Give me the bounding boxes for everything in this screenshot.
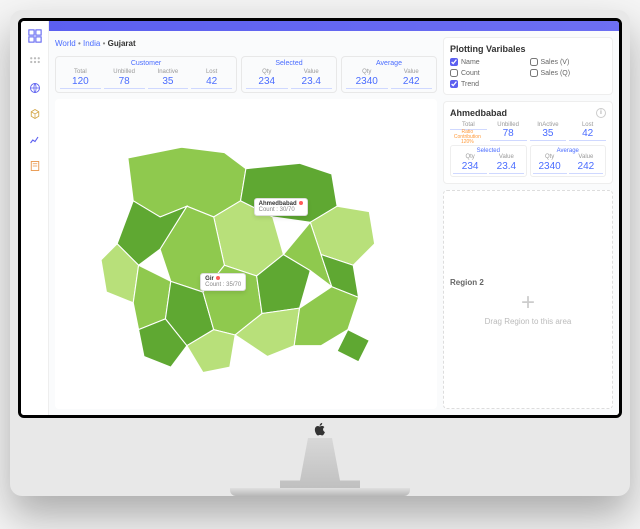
metric-cell: Value242 xyxy=(391,69,433,89)
map-area[interactable]: Ahmedbabad Count : 30/70 Gir Count : 35/… xyxy=(55,99,437,409)
metric-group-customer: Customer Total120 Unbilled78 Inactive35 … xyxy=(55,56,237,93)
main-area: World • India • Gujarat Customer Total12… xyxy=(49,21,619,415)
apple-logo-icon xyxy=(313,422,327,436)
region1-panel: Ahmedbabad i Total Ratio Contribution120… xyxy=(443,101,613,184)
checkbox-count[interactable]: Count xyxy=(450,69,527,77)
region-average: Average Qty2340 Value242 xyxy=(530,145,607,177)
region-metric: InActive35 xyxy=(530,122,567,141)
checkbox-sales-v[interactable]: Sales (V) xyxy=(530,58,607,66)
grid-icon[interactable] xyxy=(28,55,42,69)
imac-monitor: World • India • Gujarat Customer Total12… xyxy=(10,10,630,496)
dashboard-icon[interactable] xyxy=(28,29,42,43)
monitor-stand xyxy=(280,438,360,488)
checkbox-trend[interactable]: Trend xyxy=(450,80,527,88)
globe-icon[interactable] xyxy=(28,81,42,95)
checkbox-name[interactable]: Name xyxy=(450,58,527,66)
screen: World • India • Gujarat Customer Total12… xyxy=(18,18,622,418)
info-icon[interactable]: i xyxy=(596,108,606,118)
metrics-row: Customer Total120 Unbilled78 Inactive35 … xyxy=(55,56,437,93)
gujarat-map[interactable] xyxy=(74,115,418,394)
metric-cell: Unbilled78 xyxy=(104,69,145,89)
content: World • India • Gujarat Customer Total12… xyxy=(49,31,619,415)
metric-cell: Qty2340 xyxy=(346,69,388,89)
right-column: Plotting Varibales Name Sales (V) Count … xyxy=(443,37,613,409)
plotting-panel: Plotting Varibales Name Sales (V) Count … xyxy=(443,37,613,95)
ratio-badge: Ratio Contribution120% xyxy=(448,130,487,145)
metric-cell: Total120 xyxy=(60,69,101,89)
left-column: World • India • Gujarat Customer Total12… xyxy=(55,37,437,409)
breadcrumb-india[interactable]: India xyxy=(83,39,100,48)
marker-dot-icon xyxy=(216,276,220,280)
metric-cell: Qty234 xyxy=(246,69,288,89)
metric-title: Customer xyxy=(60,60,232,67)
chart-icon[interactable] xyxy=(28,133,42,147)
breadcrumb: World • India • Gujarat xyxy=(55,37,437,50)
sidebar-nav xyxy=(21,21,49,415)
map-tooltip: Ahmedbabad Count : 30/70 xyxy=(254,198,308,216)
metric-group-selected: Selected Qty234 Value23.4 xyxy=(241,56,337,93)
metric-cell: Inactive35 xyxy=(148,69,189,89)
map-tooltip: Gir Count : 35/70 xyxy=(200,273,246,291)
breadcrumb-current: Gujarat xyxy=(108,39,136,48)
region-metric: Lost42 xyxy=(569,122,606,141)
region-selected: Selected Qty234 Value23.4 xyxy=(450,145,527,177)
region-metric: Total Ratio Contribution120% xyxy=(450,122,487,141)
region2-dropzone[interactable]: Region 2 + Drag Region to this area xyxy=(443,190,613,409)
cube-icon[interactable] xyxy=(28,107,42,121)
metric-group-average: Average Qty2340 Value242 xyxy=(341,56,437,93)
plus-icon: + xyxy=(521,291,535,315)
metric-cell: Lost42 xyxy=(191,69,232,89)
breadcrumb-world[interactable]: World xyxy=(55,39,76,48)
monitor-base xyxy=(230,488,410,496)
document-icon[interactable] xyxy=(28,159,42,173)
marker-dot-icon xyxy=(299,201,303,205)
region-metric: Unbilled78 xyxy=(490,122,527,141)
checkbox-sales-q[interactable]: Sales (Q) xyxy=(530,69,607,77)
top-accent-bar xyxy=(49,21,619,31)
metric-cell: Value23.4 xyxy=(291,69,333,89)
